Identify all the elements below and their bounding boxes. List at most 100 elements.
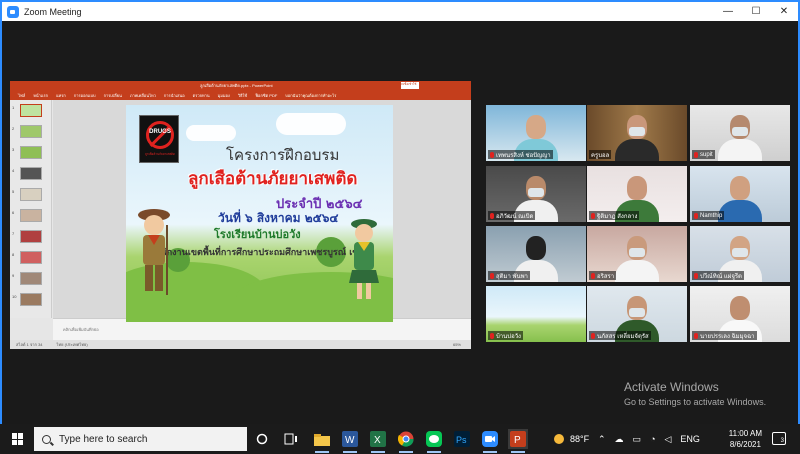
notes-placeholder: คลิกเพื่อเพิ่มบันทึกย่อ — [63, 327, 99, 332]
ppt-tab[interactable]: ฟ็อกซิต PDF — [255, 92, 277, 99]
language-indicator[interactable]: ENG — [680, 434, 700, 444]
ppt-tab[interactable]: ไฟล์ — [18, 92, 25, 99]
muted-mic-icon — [694, 212, 698, 219]
taskbar: Type here to search W X Ps P 88°F ⌃ ☁ ▭ … — [0, 424, 800, 454]
ppt-tab[interactable]: มุมมอง — [218, 92, 230, 99]
thumb-number: 9 — [12, 273, 15, 278]
ppt-tell-me[interactable]: บอกฉันว่าคุณต้องการทำอะไร — [285, 92, 336, 99]
participant-tile[interactable]: Namthip — [690, 166, 790, 222]
powerpoint-icon[interactable]: P — [508, 429, 528, 453]
participant-tile[interactable]: บ้านบ่อวัง — [486, 286, 586, 342]
participant-name: อภิวัฒน์ ณเบิด — [488, 211, 536, 220]
ppt-tab[interactable]: วิธีใช้ — [238, 92, 247, 99]
face-mask — [732, 127, 748, 136]
participant-tile[interactable]: supit — [690, 105, 790, 161]
participant-tile[interactable]: สุติมา พันพา — [486, 226, 586, 282]
maximize-button[interactable]: ☐ — [742, 2, 770, 21]
file-explorer-icon[interactable] — [312, 429, 332, 453]
muted-mic-icon — [591, 332, 595, 339]
participant-name: ครูบอล — [589, 150, 612, 159]
zoom-taskbar-icon[interactable] — [480, 429, 500, 453]
ppt-tab[interactable]: การเปลี่ยน — [104, 92, 122, 99]
thumb-number: 6 — [12, 210, 15, 215]
slide-thumbnail[interactable] — [20, 251, 42, 264]
slide-thumbnail[interactable] — [20, 104, 42, 117]
participant-name: สุติมา พันพา — [488, 271, 530, 280]
participant-name: เทพนรสิงห์ ช่อปัญญา — [488, 150, 553, 159]
volume-icon[interactable]: ◁ — [665, 434, 672, 445]
ppt-tab[interactable]: หน้าแรก — [33, 92, 48, 99]
thumb-number: 8 — [12, 252, 15, 257]
ppt-tab[interactable]: ตรวจทาน — [193, 92, 210, 99]
slide-thumbnail[interactable] — [20, 272, 42, 285]
slide-thumbnail[interactable] — [20, 188, 42, 201]
face-mask — [629, 127, 645, 136]
participant-name: นภัสสร เหลี่ยมจัตุรัส — [589, 331, 651, 340]
slide-thumbnail[interactable] — [20, 293, 42, 306]
girl-scout-illustration — [349, 219, 379, 299]
participant-name: บ้านบ่อวัง — [488, 331, 523, 340]
ppt-tab[interactable]: ภาพเคลื่อนไหว — [130, 92, 156, 99]
weather-widget[interactable]: 88°F — [552, 424, 589, 454]
participant-tile[interactable]: อภิวัฒน์ ณเบิด — [486, 166, 586, 222]
svg-text:P: P — [514, 435, 521, 446]
excel-icon[interactable]: X — [368, 429, 388, 453]
word-icon[interactable]: W — [340, 429, 360, 453]
ppt-tab[interactable]: การออกแบบ — [74, 92, 96, 99]
photoshop-icon[interactable]: Ps — [452, 429, 472, 449]
status-slide-count: สไลด์ 1 จาก 34 — [16, 342, 43, 347]
ppt-tab[interactable]: การนำเสนอ — [164, 92, 185, 99]
slide-school: โรงเรียนบ้านบ่อวัง — [214, 228, 301, 241]
participant-name: Namthip — [692, 211, 725, 220]
participant-name: ปวีณ์ทิณ์ แผ่จูรีต — [692, 271, 744, 280]
boy-scout-illustration — [138, 209, 170, 295]
slide-thumbnail[interactable] — [20, 146, 42, 159]
thumb-number: 4 — [12, 168, 15, 173]
face-mask — [629, 308, 645, 317]
task-view-icon[interactable] — [281, 429, 301, 449]
taskbar-search-box[interactable]: Type here to search — [34, 427, 247, 451]
prohibited-icon — [146, 121, 174, 149]
cortana-icon[interactable] — [252, 429, 272, 449]
ppt-document-title: ลูกเสือต้านภัยยาเสพติด.pptx - PowerPoint — [200, 83, 273, 88]
weather-temperature: 88°F — [570, 434, 590, 444]
cloud-icon[interactable]: ☁ — [615, 434, 624, 445]
participant-tile[interactable]: ฐิติมาฎ สังกลาง — [587, 166, 687, 222]
slide-thumbnail[interactable] — [20, 230, 42, 243]
svg-text:W: W — [345, 435, 355, 446]
participant-name: ฐิติมาฎ สังกลาง — [589, 211, 640, 220]
windows-start-icon[interactable] — [12, 433, 24, 445]
minimize-button[interactable]: — — [714, 2, 742, 21]
slide-thumbnail[interactable] — [20, 209, 42, 222]
status-zoom[interactable]: 65% — [453, 342, 461, 347]
title-bar: Zoom Meeting — ☐ ✕ — [2, 2, 798, 21]
participant-tile[interactable]: เทพนรสิงห์ ช่อปัญญา — [486, 105, 586, 161]
close-button[interactable]: ✕ — [770, 2, 798, 21]
svg-text:X: X — [374, 435, 381, 446]
taskbar-clock[interactable]: 11:00 AM 8/6/2021 — [729, 428, 762, 450]
no-drugs-logo: DRUGS ลูกเสือต้านภัยยาเสพติด — [139, 115, 179, 163]
search-icon — [42, 434, 51, 444]
chrome-icon[interactable] — [396, 429, 416, 453]
participant-tile[interactable]: นภัสสร เหลี่ยมจัตุรัส — [587, 286, 687, 342]
participant-tile[interactable]: ปวีณ์ทิณ์ แผ่จูรีต — [690, 226, 790, 282]
wifi-icon[interactable]: ◔ — [650, 434, 655, 444]
system-tray: ⌃ ☁ ▭ ◔ ◁ ENG — [598, 424, 700, 454]
participant-tile-active-speaker[interactable]: ครูบอล — [587, 105, 687, 161]
status-language: ไทย (ประเทศไทย) — [56, 342, 88, 347]
slide-thumbnail-pane[interactable]: 1 2 3 4 5 6 7 8 9 10 — [10, 100, 52, 318]
notification-center-icon[interactable]: 3 — [772, 432, 786, 445]
slide-thumbnail[interactable] — [20, 125, 42, 138]
muted-mic-icon — [591, 272, 595, 279]
participant-tile[interactable]: นายปรรเลง ฉิมมุจฉา — [690, 286, 790, 342]
muted-mic-icon — [490, 151, 494, 158]
battery-icon[interactable]: ▭ — [633, 434, 642, 445]
ppt-tab[interactable]: แทรก — [56, 92, 66, 99]
search-placeholder: Type here to search — [59, 433, 148, 445]
slide-thumbnail[interactable] — [20, 167, 42, 180]
line-icon[interactable] — [424, 429, 444, 453]
ppt-signin-button[interactable]: ลงชื่อเข้าใช้ — [401, 82, 419, 89]
chevron-up-icon[interactable]: ⌃ — [598, 434, 606, 445]
participant-tile[interactable]: อริสรา — [587, 226, 687, 282]
muted-mic-icon — [694, 332, 698, 339]
